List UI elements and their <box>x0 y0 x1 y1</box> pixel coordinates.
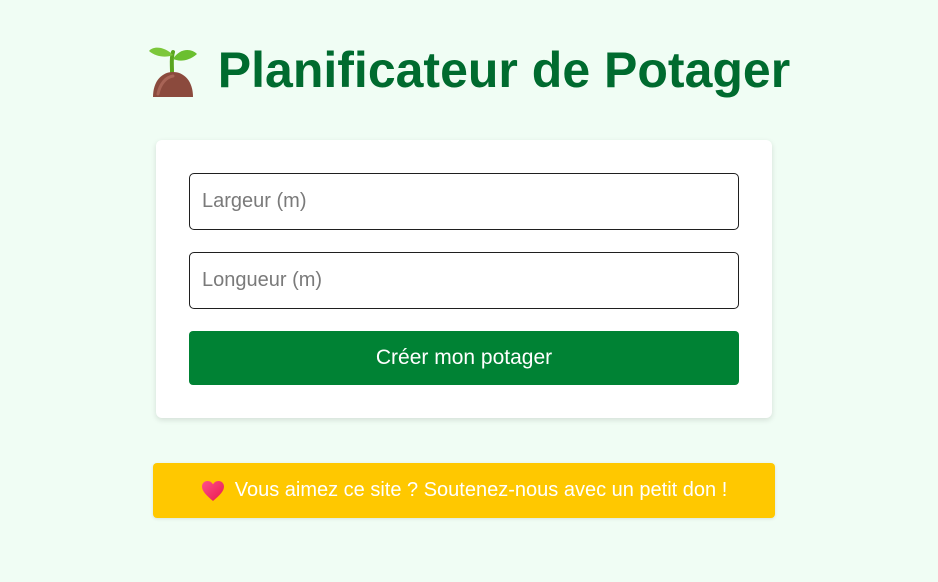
donate-button[interactable]: Vous aimez ce site ? Soutenez-nous avec … <box>153 463 775 518</box>
page-title: Planificateur de Potager <box>217 42 791 98</box>
heart-icon <box>201 480 224 501</box>
donate-label: Vous aimez ce site ? Soutenez-nous avec … <box>234 479 728 501</box>
page-header: Planificateur de Potager <box>0 36 938 104</box>
sprout-icon <box>148 47 197 97</box>
garden-form-card: Créer mon potager <box>156 140 772 418</box>
create-garden-button[interactable]: Créer mon potager <box>189 331 739 385</box>
width-input[interactable] <box>189 173 739 230</box>
length-input[interactable] <box>189 252 739 309</box>
page: Planificateur de Potager Créer mon potag… <box>0 0 938 582</box>
